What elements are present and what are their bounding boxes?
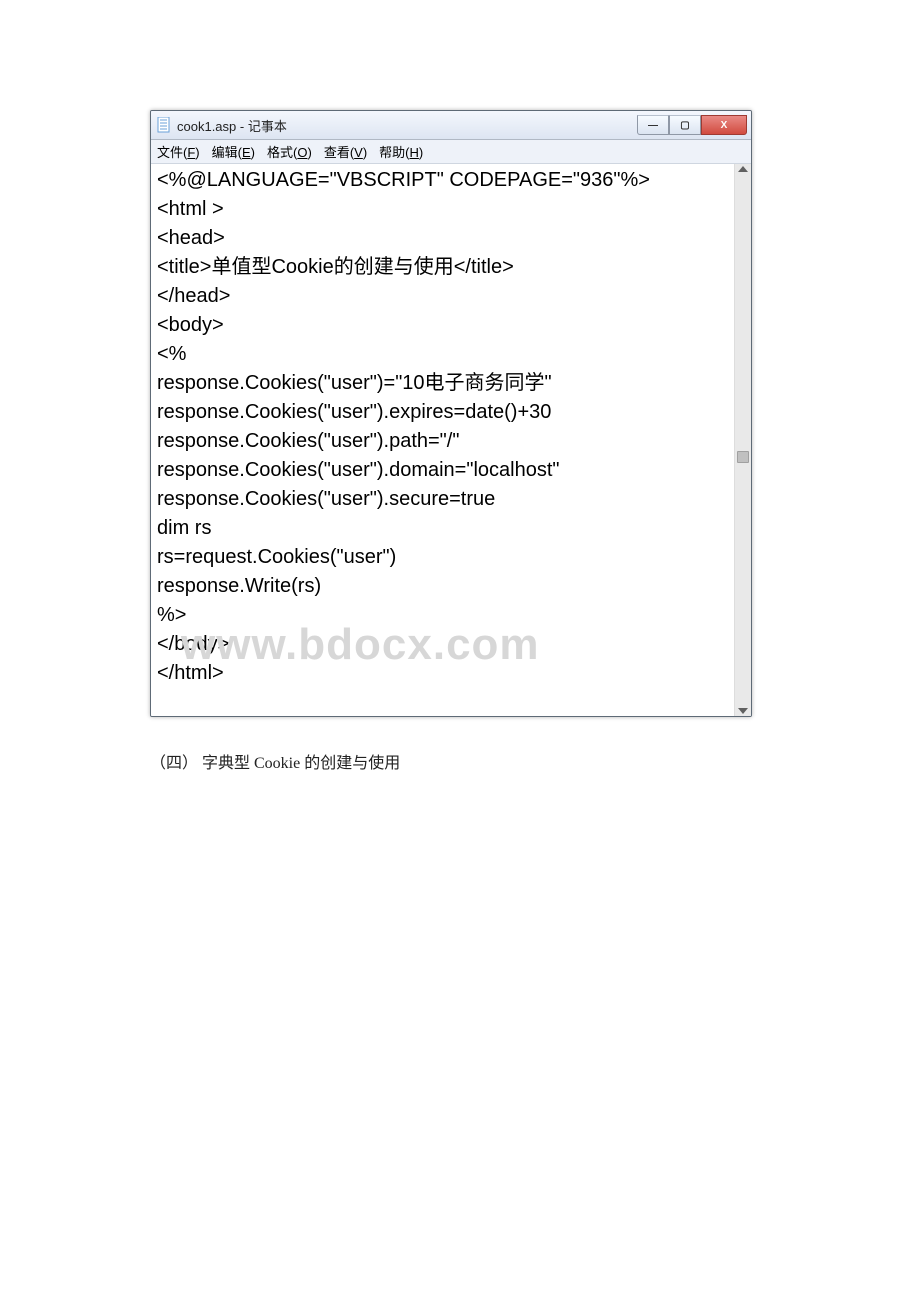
menubar: 文件(F) 编辑(E) 格式(O) 查看(V) 帮助(H) — [151, 140, 751, 164]
scroll-down-icon[interactable] — [738, 708, 748, 714]
menu-label-pre: 编辑( — [212, 145, 242, 160]
scroll-thumb[interactable] — [737, 451, 749, 463]
figure-caption: （四） 字典型 Cookie 的创建与使用 — [150, 749, 770, 773]
window-title: cook1.asp - 记事本 — [177, 116, 637, 135]
menu-help[interactable]: 帮助(H) — [379, 142, 423, 161]
menu-label-post: ) — [251, 145, 255, 160]
menu-key: O — [297, 145, 307, 160]
menu-view[interactable]: 查看(V) — [324, 142, 367, 161]
close-button[interactable]: X — [701, 115, 747, 135]
minimize-button[interactable]: — — [637, 115, 669, 135]
client-area: <%@LANGUAGE="VBSCRIPT" CODEPAGE="936"%> … — [151, 164, 751, 716]
menu-format[interactable]: 格式(O) — [267, 142, 312, 161]
close-icon: X — [721, 120, 728, 131]
menu-label-pre: 文件( — [157, 145, 187, 160]
menu-label-post: ) — [419, 145, 423, 160]
menu-file[interactable]: 文件(F) — [157, 142, 200, 161]
menu-key: E — [242, 145, 251, 160]
titlebar[interactable]: cook1.asp - 记事本 — ▢ X — [151, 111, 751, 140]
document-page: cook1.asp - 记事本 — ▢ X 文件(F) 编辑(E) 格式(O) … — [0, 0, 920, 823]
notepad-window: cook1.asp - 记事本 — ▢ X 文件(F) 编辑(E) 格式(O) … — [150, 110, 752, 717]
menu-label-post: ) — [307, 145, 311, 160]
maximize-icon: ▢ — [680, 120, 689, 131]
menu-key: V — [354, 145, 363, 160]
minimize-icon: — — [648, 120, 658, 131]
vertical-scrollbar[interactable] — [734, 164, 751, 716]
notepad-icon — [157, 117, 171, 133]
window-buttons: — ▢ X — [637, 115, 747, 135]
menu-label-pre: 格式( — [267, 145, 297, 160]
maximize-button[interactable]: ▢ — [669, 115, 701, 135]
scroll-track[interactable] — [735, 172, 751, 708]
menu-label-pre: 查看( — [324, 145, 354, 160]
menu-label-post: ) — [195, 145, 199, 160]
menu-label-post: ) — [363, 145, 367, 160]
menu-edit[interactable]: 编辑(E) — [212, 142, 255, 161]
menu-key: H — [410, 145, 419, 160]
editor-textarea[interactable]: <%@LANGUAGE="VBSCRIPT" CODEPAGE="936"%> … — [151, 164, 734, 716]
menu-label-pre: 帮助( — [379, 145, 409, 160]
